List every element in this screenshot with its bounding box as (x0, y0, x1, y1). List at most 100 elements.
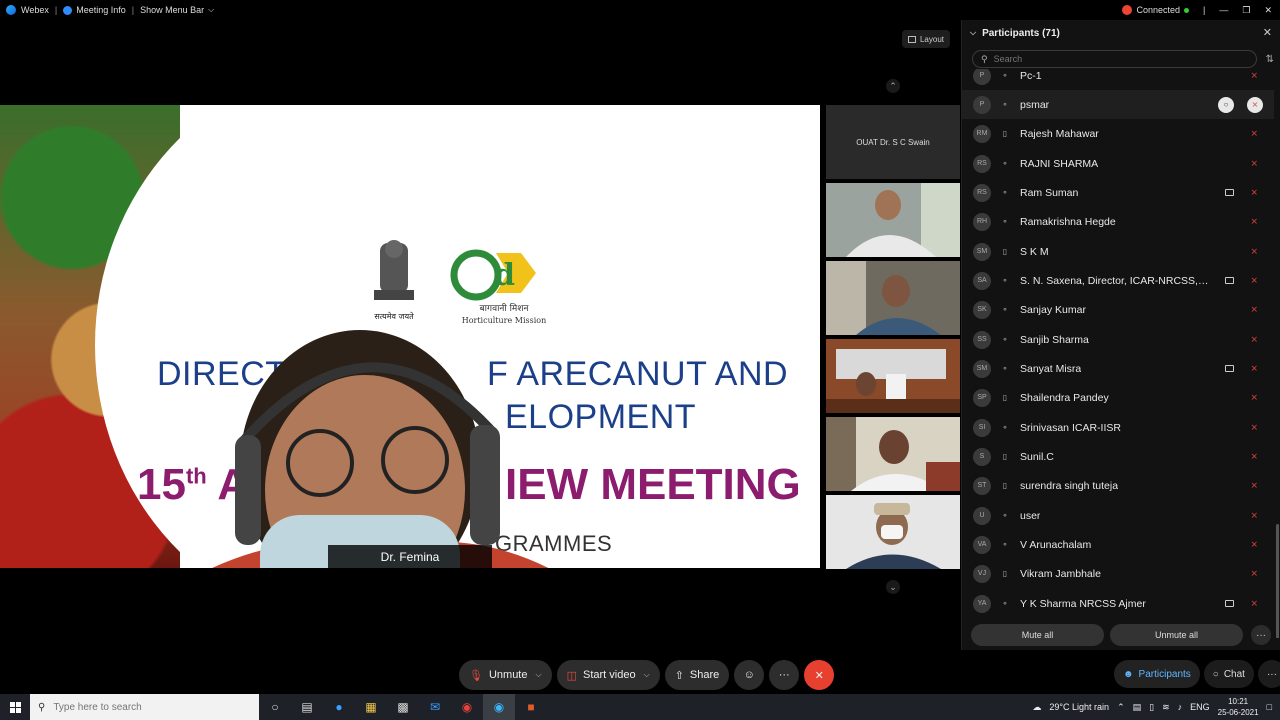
video-thumbnail[interactable] (826, 261, 960, 335)
reactions-button[interactable]: ☺ (734, 660, 765, 690)
mic-muted-icon[interactable]: ⨯ (1250, 187, 1258, 198)
meeting-info-button[interactable]: Meeting Info (57, 5, 132, 15)
start-button[interactable] (0, 694, 30, 720)
participant-row[interactable]: SS ⚬ Sanjib Sharma ⨯ (962, 325, 1274, 354)
wifi-icon[interactable]: ≋ (1162, 702, 1170, 713)
edge-icon[interactable]: ● (323, 694, 355, 720)
chat-tab[interactable]: ○ Chat (1203, 660, 1254, 688)
video-thumbnail[interactable] (826, 183, 960, 257)
minimize-icon[interactable]: — (1219, 5, 1228, 15)
participant-row[interactable]: P ⚬ Pc-1 ⨯ (962, 69, 1274, 90)
more-options-icon[interactable]: ··· (1251, 625, 1271, 645)
participant-row[interactable]: VJ ▯ Vikram Jambhale ⨯ (962, 559, 1274, 588)
sort-icon[interactable]: ⇅ (1266, 54, 1274, 65)
task-view-icon[interactable]: ▤ (291, 694, 323, 720)
unmute-all-button[interactable]: Unmute all (1110, 624, 1243, 646)
mic-muted-icon[interactable]: ⨯ (1250, 539, 1258, 550)
mic-muted-icon[interactable]: ⨯ (1250, 451, 1258, 462)
participants-header[interactable]: ⌵ Participants (71) ✕ (962, 20, 1280, 46)
more-panels-button[interactable]: ··· (1257, 660, 1280, 688)
file-explorer-icon[interactable]: ▦ (355, 694, 387, 720)
mic-muted-icon[interactable]: ⨯ (1250, 510, 1258, 521)
participant-row[interactable]: RS ⚬ RAJNI SHARMA ⨯ (962, 149, 1274, 178)
weather-text[interactable]: 29°C Light rain (1049, 702, 1109, 712)
share-button[interactable]: ⇧ Share (664, 660, 730, 690)
mic-muted-icon[interactable]: ⨯ (1250, 128, 1258, 139)
volume-icon[interactable]: ♪ (1178, 702, 1183, 712)
mic-muted-icon[interactable]: ⨯ (1250, 392, 1258, 403)
search-input[interactable] (993, 54, 1234, 64)
network-icon[interactable]: ▤ (1133, 702, 1142, 713)
participant-row[interactable]: RH ⚬ Ramakrishna Hegde ⨯ (962, 207, 1274, 236)
collapse-chevron-icon[interactable]: ⌵ (970, 28, 976, 38)
mic-muted-icon[interactable]: ⨯ (1250, 598, 1258, 609)
participant-row[interactable]: SK ⚬ Sanjay Kumar ⨯ (962, 295, 1274, 324)
mail-icon[interactable]: ✉ (419, 694, 451, 720)
participant-row[interactable]: YA ⚬ Y K Sharma NRCSS Ajmer ⨯ (962, 589, 1274, 618)
show-menu-bar-button[interactable]: Show Menu Bar ⌵ (134, 5, 220, 15)
participant-row[interactable]: RS ⚬ Ram Suman ⨯ (962, 178, 1274, 207)
chat-bubble-icon[interactable]: ○ (1218, 96, 1234, 113)
participant-row[interactable]: VA ⚬ V Arunachalam ⨯ (962, 530, 1274, 559)
connection-status[interactable]: Connected (1122, 5, 1190, 16)
clock[interactable]: 10:21 25-06-2021 (1218, 696, 1259, 718)
chevron-up-icon[interactable]: ⌃ (886, 79, 900, 93)
video-thumbnail[interactable] (826, 417, 960, 491)
mic-muted-icon[interactable]: ⨯ (1247, 96, 1263, 113)
chrome-icon[interactable]: ◉ (451, 694, 483, 720)
participant-row[interactable]: ST ▯ surendra singh tuteja ⨯ (962, 471, 1274, 500)
taskbar-search[interactable]: ⚲ (30, 694, 259, 720)
restore-icon[interactable]: ❐ (1242, 5, 1250, 16)
video-thumbnail[interactable] (826, 339, 960, 413)
video-thumbnail[interactable]: OUAT Dr. S C Swain (826, 105, 960, 179)
chevron-down-icon[interactable]: ⌵ (536, 670, 542, 680)
mic-muted-icon[interactable]: ⨯ (1250, 70, 1258, 81)
close-panel-icon[interactable]: ✕ (1263, 26, 1272, 39)
more-button[interactable]: ··· (769, 660, 800, 690)
scrollbar[interactable] (1276, 524, 1279, 638)
mic-muted-icon[interactable]: ⨯ (1250, 480, 1258, 491)
participant-row[interactable]: SM ⚬ Sanyat Misra ⨯ (962, 354, 1274, 383)
close-icon[interactable]: ✕ (1264, 5, 1272, 16)
mic-muted-icon[interactable]: ⨯ (1250, 158, 1258, 169)
end-meeting-button[interactable]: ✕ (804, 660, 835, 690)
unmute-button[interactable]: 🎙 Unmute ⌵ (459, 660, 552, 690)
participant-list[interactable]: P ⚬ Pc-1 ⨯ P ⚬ psmar ○ ⨯ RM ▯ Rajesh Mah… (962, 69, 1280, 638)
participants-tab[interactable]: ☻ Participants (1114, 660, 1200, 688)
mic-muted-icon[interactable]: ⨯ (1250, 275, 1258, 286)
store-icon[interactable]: ▩ (387, 694, 419, 720)
layout-button[interactable]: Layout (902, 30, 950, 48)
notification-icon[interactable]: □ (1267, 702, 1272, 712)
webex-taskbar-icon[interactable]: ◉ (483, 694, 515, 720)
chevron-down-icon[interactable]: ⌵ (644, 670, 650, 680)
mic-muted-icon[interactable]: ⨯ (1250, 304, 1258, 315)
participant-search[interactable]: ⚲ (972, 50, 1257, 68)
mic-muted-icon[interactable]: ⨯ (1250, 568, 1258, 579)
mute-all-button[interactable]: Mute all (971, 624, 1104, 646)
mic-muted-icon[interactable]: ⨯ (1250, 363, 1258, 374)
participant-row[interactable]: U ⚬ user ⨯ (962, 501, 1274, 530)
participant-row[interactable]: SA ⚬ S. N. Saxena, Director, ICAR-NRCSS,… (962, 266, 1274, 295)
participant-row[interactable]: P ⚬ psmar ○ ⨯ (962, 90, 1274, 119)
battery-icon[interactable]: ▯ (1149, 702, 1154, 713)
mic-muted-icon[interactable]: ⨯ (1250, 216, 1258, 227)
mic-muted-icon[interactable]: ⨯ (1250, 246, 1258, 257)
participant-row[interactable]: SP ▯ Shailendra Pandey ⨯ (962, 383, 1274, 412)
participant-row[interactable]: RM ▯ Rajesh Mahawar ⨯ (962, 119, 1274, 148)
avatar: S (973, 447, 991, 466)
participant-row[interactable]: S ▯ Sunil.C ⨯ (962, 442, 1274, 471)
cortana-icon[interactable]: ○ (259, 694, 291, 720)
participant-row[interactable]: SM ▯ S K M ⨯ (962, 237, 1274, 266)
chevron-up-icon[interactable]: ⌃ (1117, 702, 1125, 713)
powerpoint-icon[interactable]: ■ (515, 694, 547, 720)
webex-menu[interactable]: Webex (0, 5, 55, 15)
language-indicator[interactable]: ENG (1190, 702, 1210, 712)
weather-icon[interactable]: ☁ (1032, 702, 1041, 713)
participant-row[interactable]: SI ⚬ Srinivasan ICAR-IISR ⨯ (962, 413, 1274, 442)
mic-muted-icon[interactable]: ⨯ (1250, 422, 1258, 433)
chevron-down-icon[interactable]: ⌄ (886, 580, 900, 594)
mic-muted-icon[interactable]: ⨯ (1250, 334, 1258, 345)
start-video-button[interactable]: ◫ Start video ⌵ (556, 660, 660, 690)
taskbar-search-input[interactable] (53, 701, 234, 713)
video-thumbnail[interactable] (826, 495, 960, 569)
